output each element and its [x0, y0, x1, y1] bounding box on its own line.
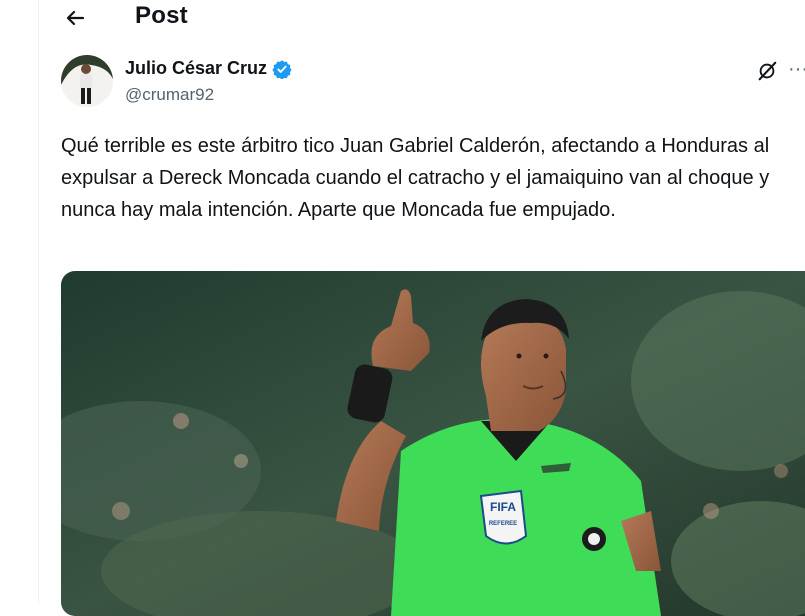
- timeline-border: [38, 0, 39, 604]
- page-title: Post: [135, 2, 188, 29]
- grok-icon: [758, 61, 777, 81]
- post-header: Post: [39, 0, 805, 36]
- referee-photo: FIFA REFEREE: [61, 271, 805, 616]
- post-image[interactable]: FIFA REFEREE: [61, 271, 805, 616]
- grok-button[interactable]: [754, 58, 780, 84]
- referee-badge-text: REFEREE: [489, 521, 517, 527]
- back-button[interactable]: [61, 4, 89, 32]
- author-handle[interactable]: @crumar92: [125, 85, 214, 105]
- more-options-button[interactable]: ···: [788, 59, 805, 82]
- verified-badge-icon: [272, 59, 292, 79]
- fifa-badge-text: FIFA: [490, 500, 516, 514]
- author-name-row[interactable]: Julio César Cruz: [125, 58, 292, 79]
- arrow-left-icon: [66, 10, 85, 26]
- post-text: Qué terrible es este árbitro tico Juan G…: [61, 135, 775, 221]
- author-name[interactable]: Julio César Cruz: [125, 58, 267, 79]
- avatar[interactable]: [61, 55, 113, 107]
